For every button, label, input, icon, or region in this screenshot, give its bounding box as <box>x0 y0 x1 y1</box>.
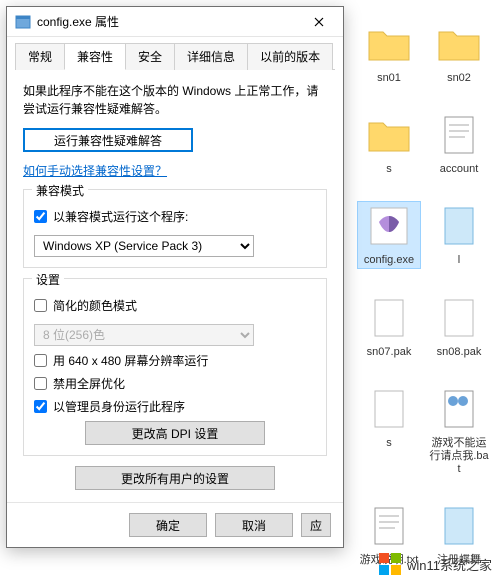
tab-0[interactable]: 常规 <box>15 43 65 70</box>
lowres-row[interactable]: 用 640 x 480 屏幕分辨率运行 <box>34 352 316 369</box>
file-label: config.exe <box>364 254 414 267</box>
cancel-button[interactable]: 取消 <box>215 513 293 537</box>
pak-icon <box>365 294 413 342</box>
file-item[interactable]: sn01 <box>358 20 420 85</box>
bat-icon <box>435 385 483 433</box>
file-item[interactable]: 游戏不能运行请点我.bat <box>428 385 490 477</box>
folder-icon <box>435 20 483 68</box>
settings-group: 设置 简化的颜色模式 8 位(256)色 用 640 x 480 屏幕分辨率运行… <box>23 278 327 456</box>
tab-4[interactable]: 以前的版本 <box>247 43 333 70</box>
run-as-admin-checkbox[interactable] <box>34 400 47 413</box>
disable-fullscreen-checkbox[interactable] <box>34 377 47 390</box>
reduced-color-label: 简化的颜色模式 <box>53 297 137 314</box>
dialog-footer: 确定 取消 应 <box>7 502 343 547</box>
file-item[interactable]: config.exe <box>358 202 420 267</box>
tabstrip: 常规兼容性安全详细信息以前的版本 <box>7 37 343 70</box>
change-all-users-button[interactable]: 更改所有用户的设置 <box>75 466 275 490</box>
file-label: sn08.pak <box>437 346 482 359</box>
file-label: sn01 <box>377 72 401 85</box>
tab-content: 如果此程序不能在这个版本的 Windows 上正常工作，请尝试运行兼容性疑难解答… <box>7 70 343 502</box>
titlebar: config.exe 属性 <box>7 7 343 37</box>
apply-button[interactable]: 应 <box>301 513 331 537</box>
watermark-text: win11系统之家 <box>407 555 492 574</box>
file-label: 游戏不能运行请点我.bat <box>428 437 490 477</box>
txt-icon <box>435 111 483 159</box>
compat-mode-select[interactable]: Windows XP (Service Pack 3) <box>34 235 254 257</box>
tab-1[interactable]: 兼容性 <box>64 43 126 70</box>
window-title: config.exe 属性 <box>37 13 299 30</box>
run-as-admin-label: 以管理员身份运行此程序 <box>53 398 185 415</box>
lowres-checkbox[interactable] <box>34 354 47 367</box>
compat-mode-checkbox[interactable] <box>34 210 47 223</box>
properties-dialog: config.exe 属性 常规兼容性安全详细信息以前的版本 如果此程序不能在这… <box>6 6 344 548</box>
folder-icon <box>365 20 413 68</box>
file-label: s <box>386 437 392 450</box>
exe-icon <box>365 202 413 250</box>
compat-mode-label: 以兼容模式运行这个程序: <box>53 208 188 225</box>
color-depth-select: 8 位(256)色 <box>34 324 254 346</box>
file-item[interactable]: sn02 <box>428 20 490 85</box>
compat-mode-group: 兼容模式 以兼容模式运行这个程序: Windows XP (Service Pa… <box>23 189 327 268</box>
file-icon <box>435 502 483 550</box>
pak-icon <box>365 385 413 433</box>
tab-3[interactable]: 详细信息 <box>174 43 248 70</box>
intro-text: 如果此程序不能在这个版本的 Windows 上正常工作，请尝试运行兼容性疑难解答… <box>23 82 327 118</box>
tab-2[interactable]: 安全 <box>125 43 175 70</box>
reduced-color-checkbox[interactable] <box>34 299 47 312</box>
file-label: account <box>440 163 479 176</box>
file-item[interactable]: sn08.pak <box>428 294 490 359</box>
file-item[interactable]: l <box>428 202 490 267</box>
file-item[interactable]: s <box>358 111 420 176</box>
disable-fullscreen-label: 禁用全屏优化 <box>53 375 125 392</box>
close-button[interactable] <box>299 8 339 36</box>
compat-mode-title: 兼容模式 <box>32 182 88 199</box>
file-icon <box>435 202 483 250</box>
file-label: sn02 <box>447 72 471 85</box>
settings-title: 设置 <box>32 271 64 288</box>
folder-icon <box>365 111 413 159</box>
watermark: win11系统之家 <box>379 553 492 575</box>
file-label: sn07.pak <box>367 346 412 359</box>
help-link[interactable]: 如何手动选择兼容性设置？ <box>23 162 167 179</box>
file-item[interactable]: s <box>358 385 420 477</box>
disable-fullscreen-row[interactable]: 禁用全屏优化 <box>34 375 316 392</box>
pak-icon <box>435 294 483 342</box>
file-label: s <box>386 163 392 176</box>
file-label: l <box>458 254 460 267</box>
run-as-admin-row[interactable]: 以管理员身份运行此程序 <box>34 398 316 415</box>
txt-icon <box>365 502 413 550</box>
file-item[interactable]: account <box>428 111 490 176</box>
compat-mode-checkbox-row[interactable]: 以兼容模式运行这个程序: <box>34 208 316 225</box>
reduced-color-row[interactable]: 简化的颜色模式 <box>34 297 316 314</box>
file-item[interactable]: sn07.pak <box>358 294 420 359</box>
run-troubleshooter-button[interactable]: 运行兼容性疑难解答 <box>23 128 193 152</box>
windows-logo-icon <box>379 553 401 575</box>
app-icon <box>15 14 31 30</box>
ok-button[interactable]: 确定 <box>129 513 207 537</box>
lowres-label: 用 640 x 480 屏幕分辨率运行 <box>53 352 208 369</box>
change-dpi-button[interactable]: 更改高 DPI 设置 <box>85 421 265 445</box>
